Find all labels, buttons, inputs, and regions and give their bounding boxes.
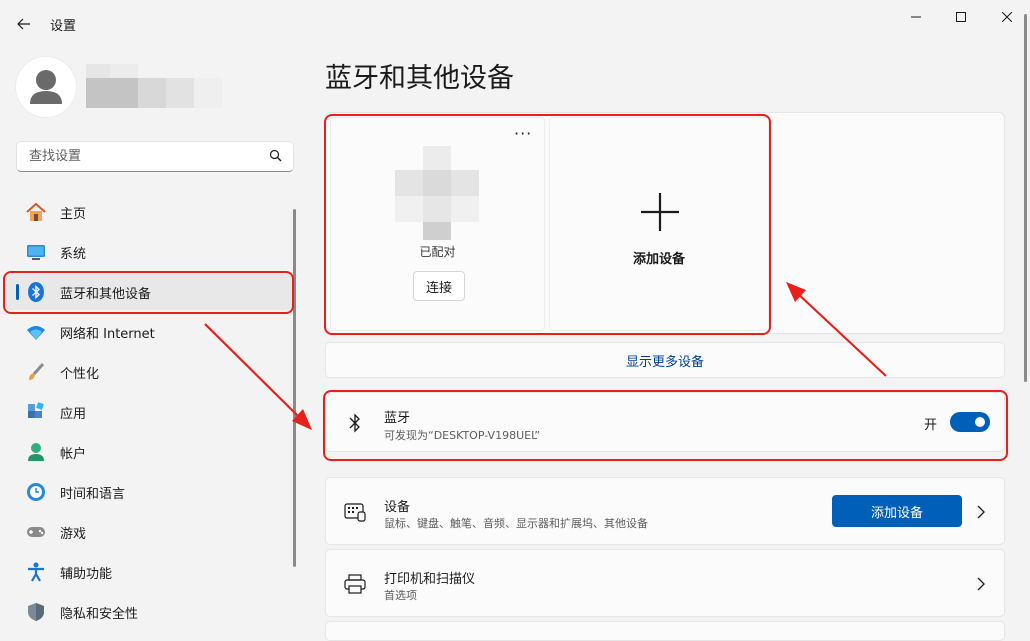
- devices-row[interactable]: 设备 鼠标、键盘、触笔、音频、显示器和扩展坞、其他设备 添加设备: [325, 477, 1005, 545]
- sidebar-item-accessibility[interactable]: 辅助功能: [4, 554, 292, 590]
- connect-button[interactable]: 连接: [413, 271, 465, 301]
- sidebar-item-home[interactable]: 主页: [4, 194, 292, 230]
- account-icon: [25, 441, 47, 463]
- maximize-icon: [956, 12, 966, 22]
- device-cards-panel: ··· 已配对 连接 添加设备: [325, 112, 1005, 334]
- paired-device-card[interactable]: ··· 已配对 连接: [330, 117, 545, 331]
- sidebar-item-privacy[interactable]: 隐私和安全性: [4, 594, 292, 630]
- profile-name-redacted: [86, 64, 222, 108]
- close-icon: [1002, 12, 1012, 22]
- sidebar-nav: 主页 系统 蓝牙和其他设备 网络和 Internet 个性化 应用 帐户 时间和…: [4, 194, 292, 634]
- shield-icon: [25, 601, 47, 623]
- sidebar-item-accounts[interactable]: 帐户: [4, 434, 292, 470]
- minimize-button[interactable]: [893, 4, 939, 30]
- sidebar-item-bluetooth[interactable]: 蓝牙和其他设备: [4, 274, 292, 310]
- bluetooth-discoverable-text: 可发现为“DESKTOP-V198UEL”: [384, 429, 541, 442]
- toggle-knob: [975, 417, 985, 427]
- back-arrow-icon: [17, 18, 30, 30]
- bluetooth-icon: [344, 412, 366, 434]
- brush-icon: [25, 361, 47, 383]
- search-box[interactable]: [16, 141, 294, 172]
- pairing-status: 已配对: [419, 245, 456, 259]
- search-icon: [269, 149, 282, 162]
- avatar[interactable]: [16, 57, 76, 117]
- add-device-label: 添加设备: [632, 252, 685, 267]
- app-title: 设置: [50, 19, 77, 34]
- chevron-right-icon: [977, 577, 985, 591]
- sidebar-item-time-language[interactable]: 时间和语言: [4, 474, 292, 510]
- bluetooth-icon: [25, 281, 47, 303]
- sidebar-item-personalization[interactable]: 个性化: [4, 354, 292, 390]
- maximize-button[interactable]: [938, 4, 984, 30]
- toggle-state-label: 开: [924, 418, 938, 433]
- search-input[interactable]: [27, 148, 261, 165]
- devices-subtitle: 鼠标、键盘、触笔、音频、显示器和扩展坞、其他设备: [384, 517, 648, 530]
- printers-title: 打印机和扫描仪: [384, 572, 476, 587]
- printers-row[interactable]: 打印机和扫描仪 首选项: [325, 549, 1005, 617]
- accessibility-icon: [25, 561, 47, 583]
- bluetooth-title: 蓝牙: [384, 411, 411, 426]
- gamepad-icon: [25, 521, 47, 543]
- next-row-partial[interactable]: [325, 621, 1005, 641]
- printers-subtitle: 首选项: [384, 589, 417, 602]
- minimize-icon: [911, 16, 921, 18]
- keyboard-printer-icon: [344, 501, 366, 523]
- sidebar-item-system[interactable]: 系统: [4, 234, 292, 270]
- active-indicator: [16, 284, 19, 300]
- plus-icon: [641, 193, 679, 231]
- add-device-card[interactable]: 添加设备: [549, 117, 769, 331]
- wifi-icon: [25, 321, 47, 343]
- main-scrollbar[interactable]: [1024, 14, 1027, 382]
- home-icon: [25, 201, 47, 223]
- chevron-right-icon: [977, 505, 985, 519]
- sidebar-item-apps[interactable]: 应用: [4, 394, 292, 430]
- clock-globe-icon: [25, 481, 47, 503]
- devices-title: 设备: [384, 500, 411, 515]
- printer-icon: [344, 573, 366, 595]
- show-more-devices-link[interactable]: 显示更多设备: [325, 342, 1005, 378]
- sidebar-scrollbar[interactable]: [293, 209, 296, 567]
- page-title: 蓝牙和其他设备: [325, 63, 514, 94]
- apps-icon: [25, 401, 47, 423]
- user-icon: [30, 70, 62, 104]
- bluetooth-row: 蓝牙 可发现为“DESKTOP-V198UEL” 开: [325, 392, 1005, 452]
- sidebar-item-gaming[interactable]: 游戏: [4, 514, 292, 550]
- bluetooth-toggle[interactable]: [950, 412, 990, 432]
- add-device-button[interactable]: 添加设备: [832, 495, 962, 527]
- device-image-redacted: [395, 146, 479, 240]
- sidebar-item-network[interactable]: 网络和 Internet: [4, 314, 292, 350]
- back-button[interactable]: [12, 12, 36, 36]
- system-icon: [25, 241, 47, 263]
- more-options-button[interactable]: ···: [514, 124, 532, 143]
